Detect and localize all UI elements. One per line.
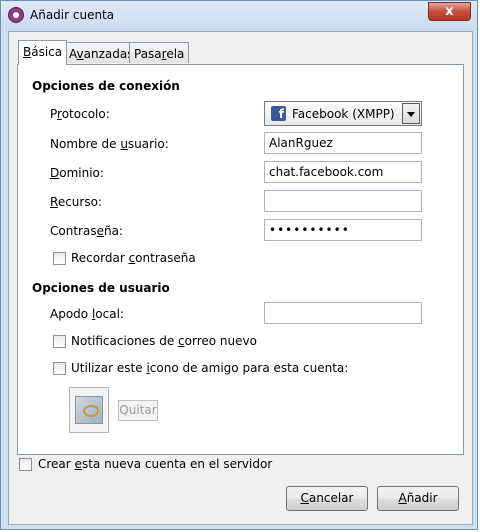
tab-basica[interactable]: Básica bbox=[18, 40, 68, 65]
title-bar: Añadir cuenta x bbox=[1, 1, 477, 31]
pidgin-app-icon bbox=[8, 7, 24, 23]
protocol-label: Protocolo: bbox=[50, 107, 110, 121]
password-input[interactable]: •••••••••• bbox=[264, 219, 422, 241]
tab-pasarela[interactable]: Pasarela bbox=[129, 42, 190, 63]
cancel-button[interactable]: Cancelar bbox=[286, 486, 368, 511]
new-mail-notify-label[interactable]: Notificaciones de correo nuevo bbox=[71, 334, 257, 348]
remember-password-checkbox[interactable] bbox=[53, 252, 66, 265]
resource-label: Recurso: bbox=[50, 195, 102, 209]
create-on-server-checkbox[interactable] bbox=[19, 458, 32, 471]
window-title: Añadir cuenta bbox=[30, 8, 115, 22]
new-mail-notify-checkbox[interactable] bbox=[53, 335, 66, 348]
tab-avanzadas[interactable]: Avanzadas bbox=[64, 42, 139, 63]
username-input[interactable]: AlanRguez bbox=[264, 132, 422, 154]
username-label: Nombre de usuario: bbox=[50, 137, 169, 151]
connection-options-heading: Opciones de conexión bbox=[32, 79, 180, 93]
password-label: Contraseña: bbox=[50, 224, 123, 238]
buddy-icon-button[interactable] bbox=[69, 387, 109, 433]
add-button[interactable]: Añadir bbox=[377, 486, 459, 511]
basic-tab-panel: Opciones de conexión Protocolo: f Facebo… bbox=[17, 64, 464, 455]
domain-input[interactable]: chat.facebook.com bbox=[264, 161, 422, 183]
dialog-body: Básica Avanzadas Pasarela Opciones de co… bbox=[8, 31, 473, 525]
protocol-value: Facebook (XMPP) bbox=[292, 107, 395, 121]
chevron-down-icon[interactable] bbox=[402, 103, 420, 124]
user-options-heading: Opciones de usuario bbox=[32, 281, 170, 295]
remember-password-label[interactable]: Recordar contraseña bbox=[71, 251, 196, 265]
domain-label: Dominio: bbox=[50, 166, 104, 180]
buddy-image-icon bbox=[75, 396, 103, 424]
use-buddy-icon-label[interactable]: Utilizar este icono de amigo para esta c… bbox=[71, 361, 348, 375]
use-buddy-icon-checkbox[interactable] bbox=[53, 362, 66, 375]
alias-label: Apodo local: bbox=[50, 307, 124, 321]
alias-input[interactable] bbox=[264, 302, 422, 324]
create-on-server-label[interactable]: Crear esta nueva cuenta en el servidor bbox=[38, 457, 272, 471]
protocol-select[interactable]: f Facebook (XMPP) bbox=[264, 101, 422, 126]
facebook-icon: f bbox=[271, 106, 286, 121]
resource-input[interactable] bbox=[264, 190, 422, 212]
remove-icon-button[interactable]: Quitar bbox=[118, 400, 158, 421]
add-account-dialog: Añadir cuenta x Básica Avanzadas Pasarel… bbox=[0, 0, 478, 530]
close-button[interactable]: x bbox=[428, 2, 471, 21]
